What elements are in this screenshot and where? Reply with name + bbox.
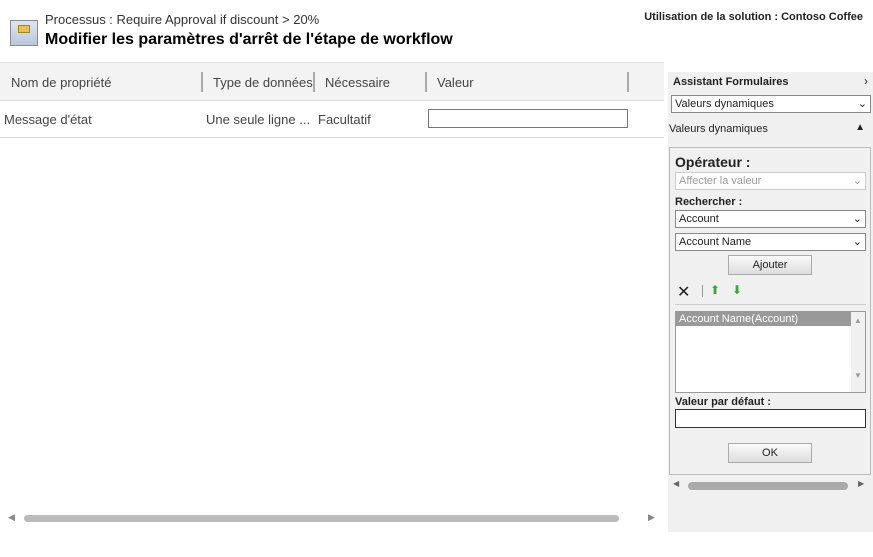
properties-grid: Nom de propriété Type de données Nécessa… bbox=[0, 62, 664, 527]
entity-value: Account bbox=[679, 213, 719, 225]
chevron-down-icon: ⌄ bbox=[852, 236, 862, 248]
operator-select[interactable]: Affecter la valeur ⌄ bbox=[675, 172, 866, 190]
dynamic-values-box: Opérateur : Affecter la valeur ⌄ Recherch… bbox=[669, 147, 871, 475]
form-assistant-panel: Assistant Formulaires › Valeurs dynamiqu… bbox=[668, 72, 873, 532]
col-type[interactable]: Type de données bbox=[213, 75, 313, 90]
ok-button[interactable]: OK bbox=[728, 443, 812, 463]
cell-required: Facultatif bbox=[318, 112, 371, 127]
process-icon bbox=[10, 20, 38, 46]
page-title: Modifier les paramètres d'arrêt de l'éta… bbox=[45, 31, 453, 48]
column-resizer[interactable] bbox=[201, 72, 203, 92]
grid-scrollbar[interactable]: ◀ ▶ bbox=[4, 512, 660, 524]
move-up-icon[interactable]: ⬆ bbox=[710, 283, 720, 297]
toolbar-divider bbox=[702, 285, 703, 297]
field-value: Account Name bbox=[679, 236, 752, 248]
divider bbox=[675, 304, 866, 305]
move-down-icon[interactable]: ⬇ bbox=[732, 283, 742, 297]
panel-title: Assistant Formulaires bbox=[673, 76, 789, 88]
col-name[interactable]: Nom de propriété bbox=[11, 75, 111, 90]
chevron-down-icon: ⌄ bbox=[852, 213, 862, 225]
operator-label: Opérateur : bbox=[675, 154, 751, 170]
field-select[interactable]: Account Name ⌄ bbox=[675, 233, 866, 251]
column-resizer[interactable] bbox=[313, 72, 315, 92]
delete-icon[interactable]: ✕ bbox=[677, 282, 690, 302]
scroll-left-icon[interactable]: ◀ bbox=[8, 512, 15, 523]
search-label: Rechercher : bbox=[675, 196, 743, 208]
scroll-thumb[interactable] bbox=[24, 515, 619, 522]
chevron-down-icon: ⌄ bbox=[857, 98, 867, 110]
collapse-icon[interactable]: ▲ bbox=[855, 122, 865, 133]
panel-scrollbar[interactable]: ◀ ▶ bbox=[668, 479, 873, 493]
col-value[interactable]: Valeur bbox=[437, 75, 474, 90]
table-row[interactable]: Message d'état Une seule ligne ... Facul… bbox=[0, 101, 664, 138]
default-value-input[interactable] bbox=[675, 409, 866, 428]
selected-values-list[interactable]: Account Name(Account) ▲ ▼ bbox=[675, 311, 866, 393]
scroll-right-icon[interactable]: ▶ bbox=[858, 479, 864, 488]
default-value-label: Valeur par défaut : bbox=[675, 396, 771, 408]
operator-value: Affecter la valeur bbox=[679, 175, 762, 187]
chevron-right-icon[interactable]: › bbox=[864, 74, 868, 88]
chevron-down-icon: ⌄ bbox=[852, 175, 862, 187]
value-input[interactable] bbox=[428, 109, 628, 128]
list-scrollbar[interactable]: ▲ ▼ bbox=[851, 312, 865, 392]
solution-label: Utilisation de la solution : Contoso Cof… bbox=[644, 11, 863, 23]
mode-select-value: Valeurs dynamiques bbox=[675, 98, 774, 110]
add-button[interactable]: Ajouter bbox=[728, 255, 812, 275]
grid-header: Nom de propriété Type de données Nécessa… bbox=[0, 63, 664, 101]
scroll-left-icon[interactable]: ◀ bbox=[673, 479, 679, 488]
column-resizer[interactable] bbox=[627, 72, 629, 92]
scroll-right-icon[interactable]: ▶ bbox=[648, 512, 655, 523]
mode-select[interactable]: Valeurs dynamiques ⌄ bbox=[671, 95, 871, 113]
section-header: Valeurs dynamiques bbox=[669, 123, 768, 135]
column-resizer[interactable] bbox=[425, 72, 427, 92]
cell-type: Une seule ligne ... bbox=[206, 112, 311, 127]
entity-select[interactable]: Account ⌄ bbox=[675, 210, 866, 228]
scroll-thumb[interactable] bbox=[688, 482, 848, 490]
cell-name: Message d'état bbox=[4, 112, 92, 127]
col-required[interactable]: Nécessaire bbox=[325, 75, 390, 90]
breadcrumb: Processus : Require Approval if discount… bbox=[45, 12, 320, 27]
list-item[interactable]: Account Name(Account) bbox=[676, 312, 851, 326]
